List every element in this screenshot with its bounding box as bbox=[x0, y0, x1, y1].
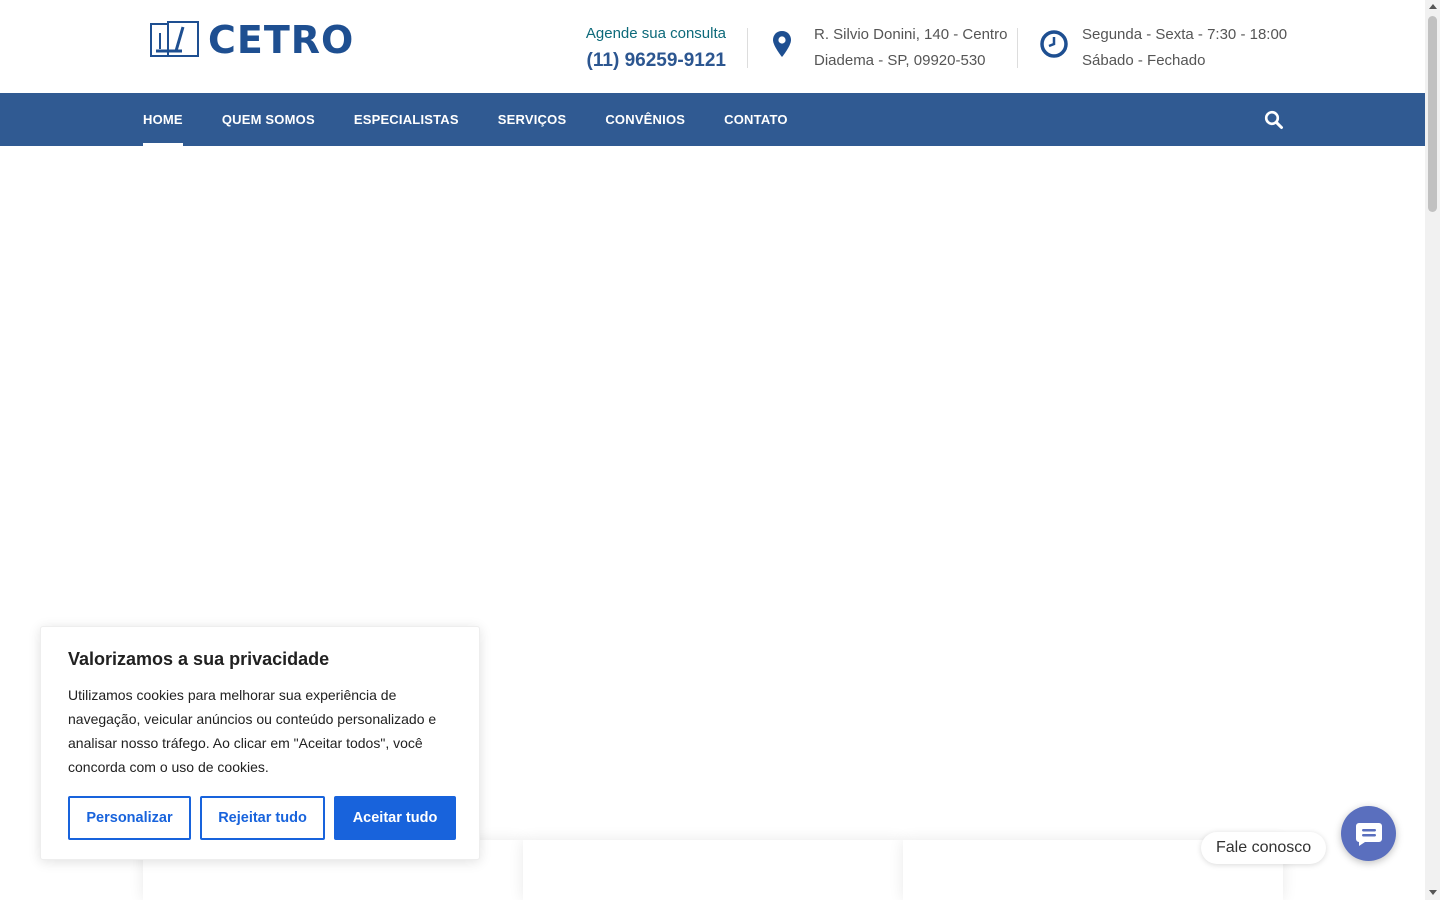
address-line-1: R. Silvio Donini, 140 - Centro bbox=[814, 26, 1008, 43]
nav-item-label: CONVÊNIOS bbox=[605, 112, 686, 127]
phone-number[interactable]: (11) 96259-9121 bbox=[560, 46, 726, 76]
logo-mark-icon bbox=[150, 21, 199, 57]
hours-line-2: Sábado - Fechado bbox=[1082, 52, 1206, 69]
scroll-up-arrow-icon[interactable] bbox=[1429, 4, 1437, 9]
logo-text: CETRO bbox=[208, 18, 355, 62]
header-divider bbox=[1017, 28, 1018, 68]
nav-item-especialistas[interactable]: ESPECIALISTAS bbox=[354, 93, 459, 146]
cookie-title: Valorizamos a sua privacidade bbox=[68, 649, 330, 669]
hours-block: Segunda - Sexta - 7:30 - 18:00 Sábado - … bbox=[1040, 22, 1287, 74]
nav-item-label: ESPECIALISTAS bbox=[353, 112, 459, 127]
chat-label[interactable]: Fale conosco bbox=[1201, 832, 1327, 864]
site-logo[interactable]: CETRO bbox=[150, 20, 354, 60]
map-pin-icon bbox=[773, 31, 791, 57]
address-block: R. Silvio Donini, 140 - Centro Diadema -… bbox=[768, 22, 1007, 74]
scroll-down-arrow-icon[interactable] bbox=[1429, 890, 1437, 895]
hours-line-1: Segunda - Sexta - 7:30 - 18:00 bbox=[1082, 26, 1288, 43]
nav-item-label: CONTATO bbox=[724, 112, 788, 127]
nav-item-contato[interactable]: CONTATO bbox=[724, 93, 788, 146]
scroll-thumb[interactable] bbox=[1428, 16, 1437, 212]
accept-all-button[interactable]: Aceitar tudo bbox=[334, 796, 456, 840]
cookie-consent-banner: Valorizamos a sua privacidade Utilizamos… bbox=[40, 626, 480, 860]
main-nav: HOME QUEM SOMOS ESPECIALISTAS SERVIÇOS C… bbox=[0, 93, 1425, 146]
nav-item-label: QUEM SOMOS bbox=[221, 112, 315, 127]
feature-card bbox=[523, 840, 903, 900]
nav-item-convenios[interactable]: CONVÊNIOS bbox=[605, 93, 685, 146]
nav-item-label: HOME bbox=[143, 112, 183, 127]
chat-button[interactable] bbox=[1341, 806, 1396, 861]
reject-all-button[interactable]: Rejeitar tudo bbox=[200, 796, 325, 840]
cookie-text: Utilizamos cookies para melhorar sua exp… bbox=[68, 687, 437, 775]
nav-item-label: SERVIÇOS bbox=[497, 112, 567, 127]
address-line-2: Diadema - SP, 09920-530 bbox=[814, 52, 986, 69]
site-header: CETRO Agende sua consulta (11) 96259-912… bbox=[0, 0, 1425, 93]
contact-label: Agende sua consulta bbox=[585, 25, 726, 42]
header-divider bbox=[747, 28, 748, 68]
nav-item-home[interactable]: HOME bbox=[143, 93, 183, 146]
nav-item-quem-somos[interactable]: QUEM SOMOS bbox=[222, 93, 315, 146]
clock-icon bbox=[1040, 30, 1068, 58]
contact-block: Agende sua consulta (11) 96259-9121 bbox=[560, 22, 726, 76]
search-icon[interactable] bbox=[1264, 110, 1284, 130]
customize-button[interactable]: Personalizar bbox=[68, 796, 191, 840]
chat-bubble-icon bbox=[1355, 822, 1382, 846]
page-scrollbar[interactable] bbox=[1425, 0, 1440, 900]
nav-item-servicos[interactable]: SERVIÇOS bbox=[498, 93, 567, 146]
